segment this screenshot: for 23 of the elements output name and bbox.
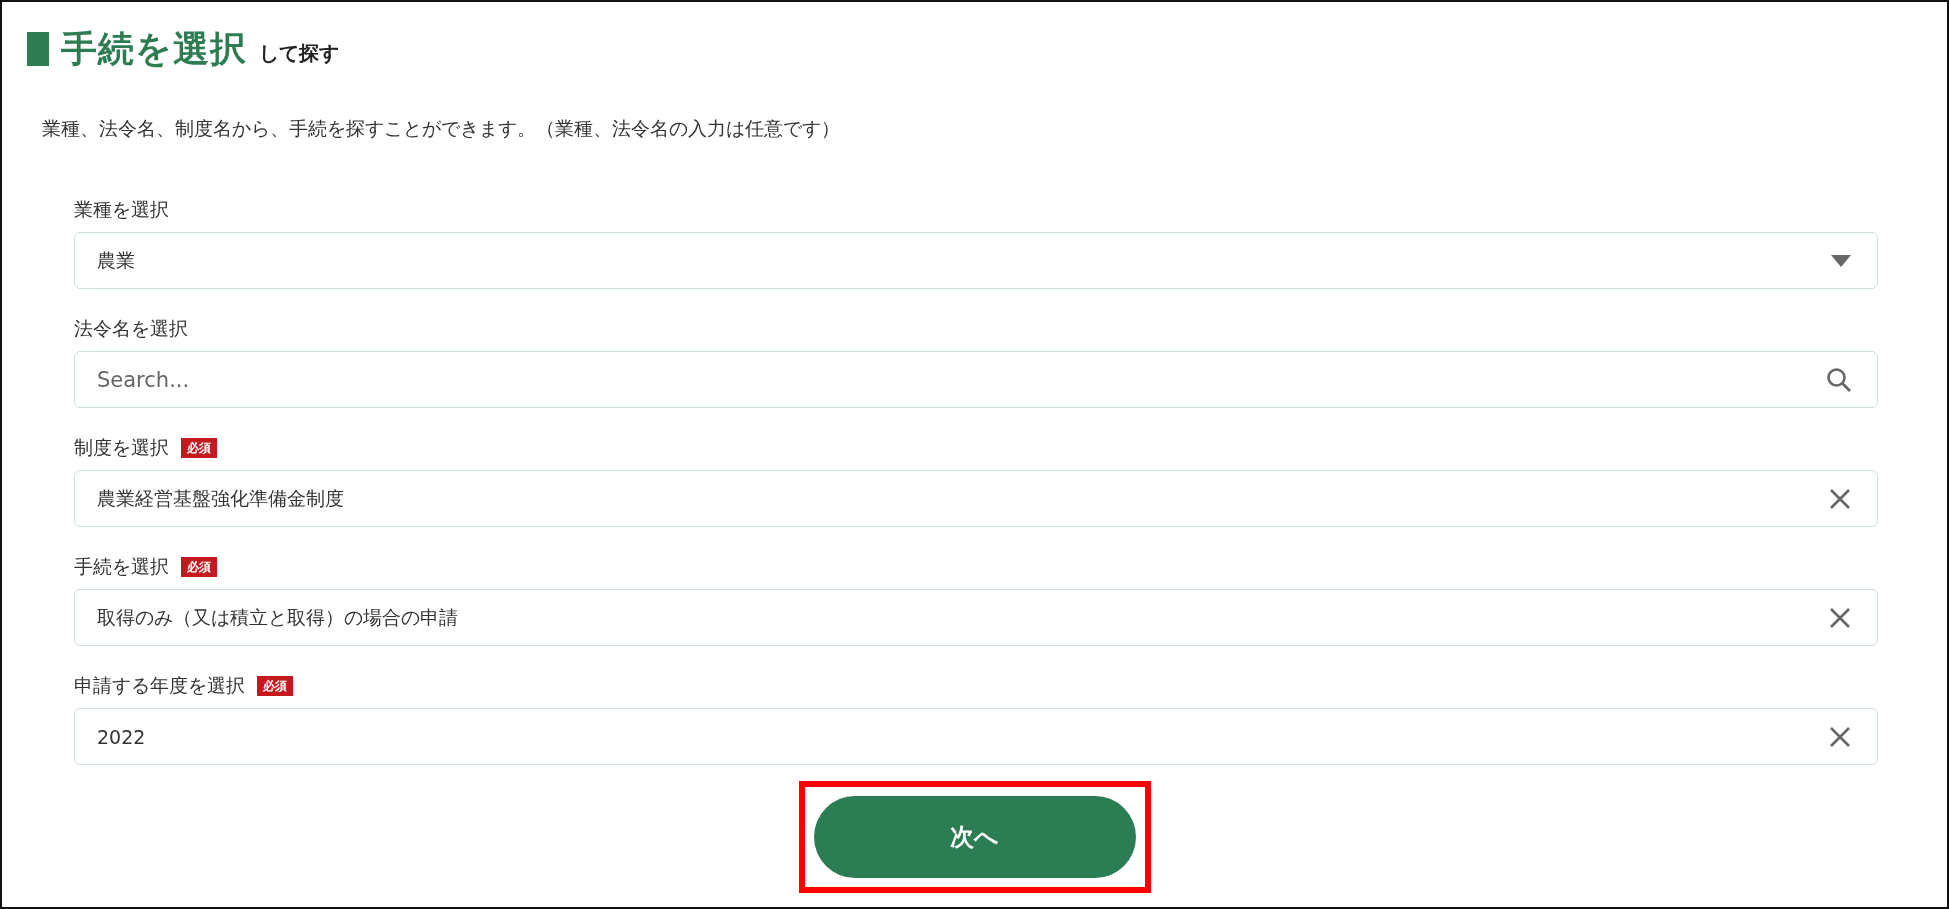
search-field[interactable]: Search... bbox=[74, 351, 1878, 408]
field-label: 申請する年度を選択 bbox=[74, 673, 245, 698]
input-field[interactable]: 2022 bbox=[74, 708, 1878, 765]
section-subtitle: して探す bbox=[259, 39, 339, 67]
next-button[interactable]: 次へ bbox=[813, 796, 1136, 878]
heading-marker bbox=[27, 32, 49, 66]
field-label: 法令名を選択 bbox=[74, 316, 188, 341]
section-title: 手続を選択 bbox=[61, 26, 247, 71]
clear-icon[interactable] bbox=[1829, 606, 1851, 629]
required-badge: 必須 bbox=[181, 437, 217, 459]
field-label: 業種を選択 bbox=[74, 197, 169, 222]
required-badge: 必須 bbox=[257, 675, 293, 697]
select-field[interactable]: 農業 bbox=[74, 232, 1878, 289]
required-badge: 必須 bbox=[181, 556, 217, 578]
input-field[interactable]: 取得のみ（又は積立と取得）の場合の申請 bbox=[74, 589, 1878, 646]
input-field[interactable]: 農業経営基盤強化準備金制度 bbox=[74, 470, 1878, 527]
dropdown-caret-icon[interactable] bbox=[1831, 254, 1851, 267]
clear-icon[interactable] bbox=[1829, 487, 1851, 510]
field-label: 制度を選択 bbox=[74, 435, 169, 460]
clear-icon[interactable] bbox=[1829, 725, 1851, 748]
field-label: 手続を選択 bbox=[74, 554, 169, 579]
search-icon[interactable] bbox=[1826, 366, 1852, 393]
description-text: 業種、法令名、制度名から、手続を探すことができます。（業種、法令名の入力は任意です） bbox=[42, 116, 841, 141]
